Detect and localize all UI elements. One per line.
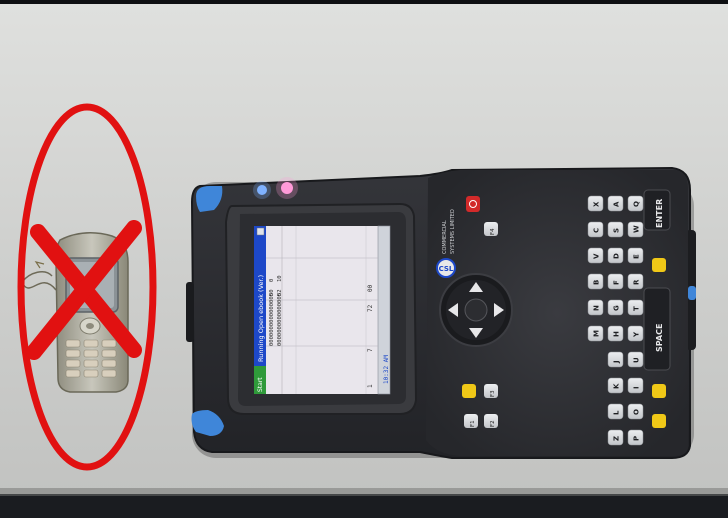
screen-footer-num-1: 1 (367, 384, 374, 388)
floor-strip (0, 494, 728, 518)
key-j-label: J (613, 360, 621, 364)
key-n-label: N (593, 305, 601, 311)
brand-line-1: COMMERCIAL (442, 220, 448, 254)
yellow-key-ctrl[interactable] (652, 414, 666, 428)
f4-key-label: F4 (490, 228, 496, 235)
brand-line-2: SYSTEMS LIMITED (450, 209, 456, 254)
dpad-center-button[interactable] (464, 298, 488, 322)
key-i[interactable] (627, 377, 644, 394)
f1-key-label: F1 (470, 420, 476, 427)
key-l-label: L (613, 410, 621, 415)
scene: Running Open ebook (Ver.) Start 10:32 AM… (0, 0, 728, 518)
screen-col-value-2b: 10 (277, 275, 283, 282)
key-e-label: E (633, 254, 641, 259)
screen-data-row-1: 0000000000000000 (269, 293, 275, 346)
yellow-key-1[interactable] (462, 384, 476, 398)
screen-close-box (256, 227, 265, 236)
key-i-label: I (633, 386, 641, 389)
key-c-label: C (593, 228, 601, 233)
desk-edge (0, 488, 728, 496)
key-d-label: D (613, 253, 621, 259)
key-h-label: H (613, 331, 621, 337)
screen-footer-num-2: 7 (367, 348, 374, 352)
key-s-label: S (613, 228, 621, 233)
key-p-label: P (633, 436, 641, 441)
f3-key-label: F3 (490, 390, 496, 397)
key-j[interactable] (607, 351, 624, 368)
space-key[interactable]: SPACE (643, 287, 671, 371)
key-b-label: B (593, 280, 601, 285)
space-key-label: SPACE (655, 324, 664, 352)
key-r-label: R (633, 279, 641, 285)
brand-badge: CSL (439, 265, 454, 273)
key-o-label: O (633, 409, 641, 415)
enter-key-label: ENTER (655, 199, 664, 228)
key-t-label: T (633, 306, 641, 311)
key-q-label: Q (633, 201, 641, 207)
navigation-dpad[interactable] (439, 273, 513, 347)
key-y-label: Y (633, 331, 641, 338)
key-x-label: X (593, 201, 601, 207)
key-v-label: V (593, 253, 601, 259)
handheld-terminal: Running Open ebook (Ver.) Start 10:32 AM… (186, 166, 696, 459)
screen-footer-num-3: 72 (367, 304, 374, 312)
taskbar-text: Running Open ebook (Ver.) (257, 275, 265, 362)
device-screen: Running Open ebook (Ver.) Start 10:32 AM… (254, 225, 391, 395)
key-u-label: U (633, 357, 641, 363)
screen-col-value-2a: 52 (277, 289, 283, 296)
key-w-label: W (633, 225, 641, 233)
screen-data-row-2: 0000000000000000 (277, 293, 283, 346)
screen-col-value-1b: 0 (269, 279, 275, 282)
key-m-label: M (593, 330, 601, 337)
screen-time: 10:32 AM (383, 355, 390, 384)
key-z-label: Z (613, 436, 621, 441)
power-key[interactable] (466, 196, 480, 212)
key-f-label: F (613, 280, 621, 285)
key-g-label: G (613, 305, 621, 311)
photograph: Running Open ebook (Ver.) Start 10:32 AM… (0, 0, 728, 518)
start-label: Start (257, 377, 264, 392)
key-k-label: K (613, 383, 621, 389)
yellow-key-alt[interactable] (652, 384, 666, 398)
f2-key-label: F2 (490, 420, 496, 427)
enter-key[interactable]: ENTER (643, 189, 671, 231)
key-a-label: A (613, 201, 621, 207)
screen-footer-num-4: 00 (367, 284, 374, 292)
screen-col-value-1a: 50 (269, 289, 275, 296)
yellow-key-fn[interactable] (652, 258, 666, 272)
